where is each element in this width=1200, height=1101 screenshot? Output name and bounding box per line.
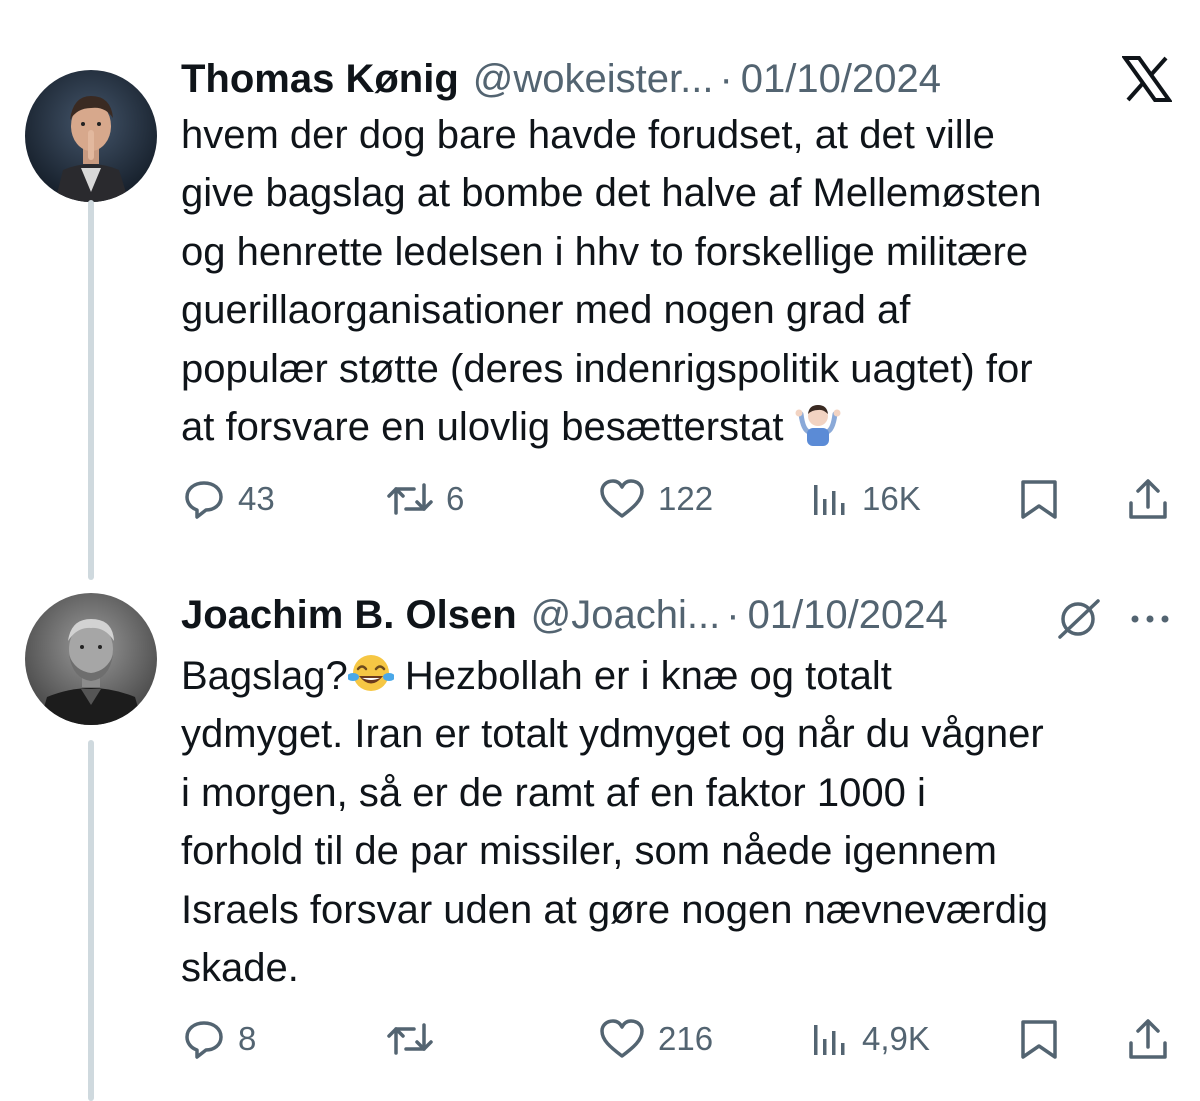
tweet-text-line: hvem der dog bare havde forudset, at det…	[181, 113, 995, 157]
reply-icon	[185, 1021, 223, 1059]
tweet-text-line: Israels forsvar uden at gøre nogen nævne…	[181, 887, 1049, 932]
retweet-button[interactable]: 6	[386, 474, 464, 524]
tweet-text-line: skade.	[181, 945, 299, 990]
views-count: 16K	[862, 480, 921, 517]
tweet-text-line: Bagslag?	[181, 654, 348, 698]
reply-button[interactable]: 43	[182, 474, 275, 524]
views-icon	[814, 1025, 845, 1055]
views-button[interactable]: 16K	[808, 474, 921, 524]
tweet-header: Thomas Kønig @wokeister... · 01/10/2024	[181, 54, 941, 104]
avatar[interactable]	[25, 70, 157, 202]
author-name[interactable]: Joachim B. Olsen	[181, 590, 517, 640]
bookmark-icon	[1021, 1020, 1057, 1059]
views-icon	[814, 485, 845, 515]
reply-count: 43	[238, 480, 275, 517]
share-button[interactable]	[1126, 1014, 1170, 1064]
reply-icon	[185, 481, 223, 519]
person-shrugging-emoji-icon	[795, 404, 841, 446]
separator: ·	[726, 593, 740, 637]
tweet-text-line: ydmyget. Iran er totalt ydmyget og når d…	[181, 712, 1044, 757]
tweet-text-line: guerillaorganisationer med nogen grad af	[181, 288, 911, 333]
tweet-header: Joachim B. Olsen @Joachi... · 01/10/2024	[181, 590, 948, 640]
reply-count: 8	[238, 1020, 257, 1057]
tweet-text-line: at forsvare en ulovlig besætterstat	[181, 404, 784, 449]
bookmark-button[interactable]	[1018, 474, 1060, 524]
grok-icon[interactable]	[1054, 597, 1104, 641]
tweet-text-line: og henrette ledelsen i hhv to forskellig…	[181, 229, 1029, 274]
tweet-text: Bagslag? Hezbollah er i knæ og totalt yd…	[181, 647, 1181, 997]
author-handle[interactable]: @wokeister...	[473, 54, 714, 104]
like-count: 216	[658, 1020, 714, 1057]
tweet-text-line-first: Bagslag? Hezbollah er i knæ og totalt	[181, 647, 1181, 705]
avatar[interactable]	[25, 593, 157, 725]
thread-connector-line	[88, 740, 94, 1101]
tweet-text-line: forhold til de par missiler, som nåede i…	[181, 829, 997, 874]
share-button[interactable]	[1126, 474, 1170, 524]
more-icon[interactable]	[1128, 604, 1172, 634]
tweet-text-line: Hezbollah er i knæ og totalt	[393, 654, 892, 698]
tweet-text-line: i morgen, så er de ramt af en faktor 100…	[181, 770, 926, 815]
tweet-actions: 8 216 4,9K	[0, 1014, 1200, 1064]
reply-button[interactable]: 8	[182, 1014, 256, 1064]
thread-connector-line	[88, 200, 94, 580]
bookmark-button[interactable]	[1018, 1014, 1060, 1064]
views-count: 4,9K	[862, 1020, 930, 1057]
author-name[interactable]: Thomas Kønig	[181, 54, 459, 104]
x-logo-icon	[1122, 56, 1172, 102]
tweet-text-line-last: at forsvare en ulovlig besætterstat	[181, 398, 1181, 456]
like-button[interactable]: 122	[598, 474, 713, 524]
tears-of-joy-emoji-icon	[347, 655, 394, 691]
retweet-icon	[387, 483, 433, 515]
tweet-text-line: populær støtte (deres indenrigspolitik u…	[181, 346, 1033, 391]
thread: Thomas Kønig @wokeister... · 01/10/2024 …	[0, 0, 1200, 1101]
retweet-count: 6	[446, 480, 465, 517]
tweet-date[interactable]: 01/10/2024	[741, 54, 941, 104]
author-handle[interactable]: @Joachi...	[531, 590, 721, 640]
like-count: 122	[658, 480, 714, 517]
tweet-date[interactable]: 01/10/2024	[748, 590, 948, 640]
retweet-button[interactable]	[386, 1014, 446, 1064]
heart-icon	[600, 479, 644, 518]
like-button[interactable]: 216	[598, 1014, 713, 1064]
tweet-actions: 43 6 122 16K	[0, 474, 1200, 524]
share-icon	[1129, 1019, 1167, 1059]
retweet-icon	[387, 1023, 433, 1055]
views-button[interactable]: 4,9K	[808, 1014, 930, 1064]
share-icon	[1129, 479, 1167, 519]
tweet-text-line: give bagslag at bombe det halve af Melle…	[181, 171, 1042, 216]
separator: ·	[719, 57, 733, 101]
bookmark-icon	[1021, 480, 1057, 519]
heart-icon	[600, 1019, 644, 1058]
tweet-text: hvem der dog bare havde forudset, at det…	[181, 106, 1181, 456]
